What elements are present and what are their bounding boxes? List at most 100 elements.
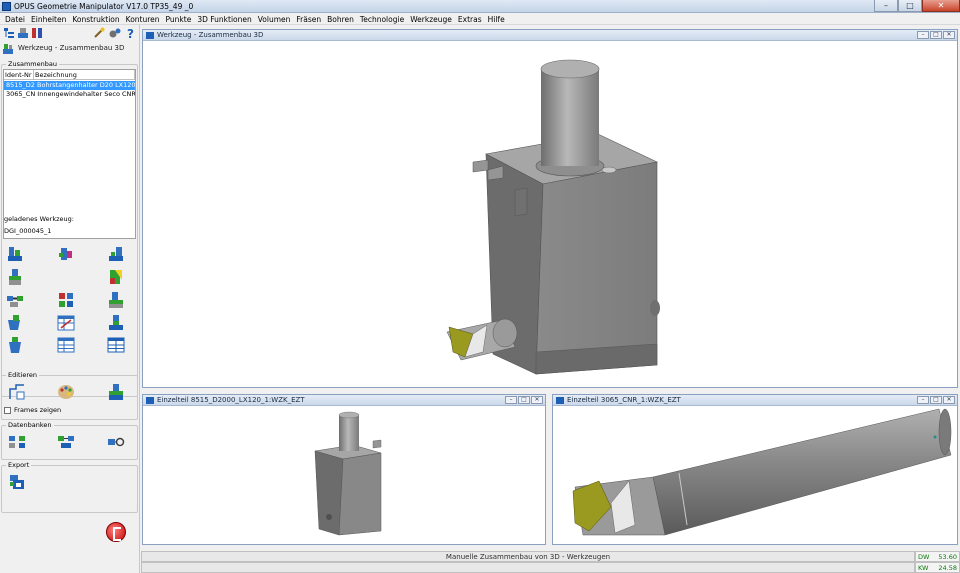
viewport-maximize-button[interactable]: □ bbox=[930, 31, 942, 39]
list-row[interactable]: 8515_D2 Bohrstangenhalter D20 LX120 Ld bbox=[4, 81, 135, 90]
dw-readout: DW 53.60 bbox=[915, 551, 960, 562]
group-editieren-title: Editieren bbox=[6, 371, 40, 379]
grid-table-icon[interactable] bbox=[107, 336, 125, 354]
main-viewport-title: Werkzeug - Zusammenbau 3D bbox=[157, 31, 264, 39]
table-icon[interactable] bbox=[57, 336, 75, 354]
menu-extras[interactable]: Extras bbox=[455, 13, 485, 24]
close-button[interactable]: ✕ bbox=[922, 0, 960, 12]
menu-3d-funktionen[interactable]: 3D Funktionen bbox=[194, 13, 254, 24]
holder-part-model bbox=[314, 411, 382, 536]
edit-sketch-icon[interactable] bbox=[8, 383, 26, 401]
loaded-tool-value: DGI_000045_1 bbox=[4, 227, 52, 235]
wand-icon[interactable] bbox=[93, 27, 105, 39]
viewport-icon bbox=[146, 32, 154, 39]
part2-viewport-title: Einzelteil 3065_CNR_1:WZK_EZT bbox=[567, 396, 681, 404]
viewport-close-button[interactable]: ✕ bbox=[531, 396, 543, 404]
cup-part-icon[interactable] bbox=[6, 314, 24, 332]
minimize-button[interactable]: – bbox=[874, 0, 898, 12]
stack-parts-icon[interactable] bbox=[6, 268, 24, 286]
assembly-title: Werkzeug - Zusammenbau 3D bbox=[18, 44, 125, 52]
menu-konstruktion[interactable]: Konstruktion bbox=[69, 13, 122, 24]
column-bezeichnung[interactable]: Bezeichnung bbox=[34, 70, 135, 79]
maximize-button[interactable]: □ bbox=[898, 0, 922, 12]
connect-parts-icon[interactable] bbox=[6, 291, 24, 309]
group-zusammenbau-title: Zusammenbau bbox=[6, 60, 59, 68]
menu-technologie[interactable]: Technologie bbox=[357, 13, 407, 24]
threading-bar-model bbox=[572, 408, 952, 536]
bin-part-icon[interactable] bbox=[6, 336, 24, 354]
frames-checkbox-row: Frames zeigen bbox=[4, 406, 61, 414]
group-datenbanken-title: Datenbanken bbox=[6, 421, 54, 429]
menu-datei[interactable]: Datei bbox=[2, 13, 28, 24]
svg-text:?: ? bbox=[127, 27, 134, 39]
menu-werkzeuge[interactable]: Werkzeuge bbox=[407, 13, 455, 24]
menu-konturen[interactable]: Konturen bbox=[123, 13, 163, 24]
viewport-close-button[interactable]: ✕ bbox=[943, 396, 955, 404]
assembly-stack-icon[interactable] bbox=[107, 314, 125, 332]
menu-einheiten[interactable]: Einheiten bbox=[28, 13, 69, 24]
part2-viewport[interactable]: Einzelteil 3065_CNR_1:WZK_EZT – □ ✕ bbox=[552, 394, 958, 545]
database-search-icon[interactable] bbox=[107, 433, 125, 451]
part1-viewport-title: Einzelteil 8515_D2000_LX120_1:WZK_EZT bbox=[157, 396, 305, 404]
add-part-icon[interactable] bbox=[6, 245, 24, 263]
exit-icon[interactable] bbox=[106, 522, 126, 542]
gears-icon[interactable] bbox=[109, 27, 121, 39]
viewport-icon bbox=[556, 397, 564, 404]
frames-checkbox[interactable] bbox=[4, 406, 11, 414]
app-icon bbox=[2, 2, 11, 11]
viewport-minimize-button[interactable]: – bbox=[917, 396, 929, 404]
list-header: Ident-Nr Bezeichnung bbox=[4, 70, 135, 80]
attach-part-icon[interactable] bbox=[107, 245, 125, 263]
assembly-list[interactable]: Ident-Nr Bezeichnung 8515_D2 Bohrstangen… bbox=[3, 69, 136, 239]
main-3d-canvas[interactable] bbox=[143, 42, 957, 387]
part2-viewport-titlebar: Einzelteil 3065_CNR_1:WZK_EZT – □ ✕ bbox=[553, 395, 957, 406]
part1-3d-canvas[interactable] bbox=[143, 407, 545, 544]
viewport-maximize-button[interactable]: □ bbox=[518, 396, 530, 404]
part2-3d-canvas[interactable] bbox=[553, 407, 957, 544]
export-icon[interactable] bbox=[8, 473, 26, 491]
database-parts-icon[interactable] bbox=[57, 433, 75, 451]
menu-hilfe[interactable]: Hilfe bbox=[485, 13, 508, 24]
edit-assembly-icon[interactable] bbox=[107, 383, 125, 401]
insert-part-icon[interactable] bbox=[57, 245, 75, 263]
palette-parts-icon[interactable] bbox=[57, 291, 75, 309]
part1-viewport[interactable]: Einzelteil 8515_D2000_LX120_1:WZK_EZT – … bbox=[142, 394, 546, 545]
viewport-minimize-button[interactable]: – bbox=[505, 396, 517, 404]
table-edit-icon[interactable] bbox=[57, 314, 75, 332]
kw-label: KW bbox=[918, 564, 929, 572]
loaded-tool-label: geladenes Werkzeug: bbox=[4, 215, 74, 223]
palette-icon[interactable] bbox=[57, 383, 75, 401]
viewport-maximize-button[interactable]: □ bbox=[930, 396, 942, 404]
menu-bar: Datei Einheiten Konstruktion Konturen Pu… bbox=[0, 13, 960, 25]
status-bar-secondary bbox=[141, 562, 915, 573]
color-part-icon[interactable] bbox=[107, 268, 125, 286]
window-title: OPUS Geometrie Manipulator V17.0 TP35_49… bbox=[14, 2, 194, 11]
menu-bohren[interactable]: Bohren bbox=[324, 13, 357, 24]
column-ident-nr[interactable]: Ident-Nr bbox=[4, 70, 34, 79]
left-panel: ? Werkzeug - Zusammenbau 3D Zusammenbau … bbox=[0, 25, 140, 573]
assembly-icon bbox=[3, 44, 13, 54]
dw-label: DW bbox=[918, 553, 930, 561]
tool-assembly-icon[interactable] bbox=[17, 27, 29, 39]
main-viewport[interactable]: Werkzeug - Zusammenbau 3D – □ ✕ bbox=[142, 29, 958, 388]
viewport-close-button[interactable]: ✕ bbox=[943, 31, 955, 39]
database-tools-icon[interactable] bbox=[8, 433, 26, 451]
frames-label: Frames zeigen bbox=[14, 406, 62, 414]
help-icon[interactable]: ? bbox=[125, 27, 137, 39]
assembly-title-row: Werkzeug - Zusammenbau 3D bbox=[2, 43, 138, 55]
viewport-icon bbox=[146, 397, 154, 404]
menu-punkte[interactable]: Punkte bbox=[163, 13, 195, 24]
group-export-title: Export bbox=[6, 461, 32, 469]
tool-assembly-model bbox=[446, 59, 660, 375]
status-message: Manuelle Zusammenbau von 3D - Werkzeugen bbox=[141, 551, 915, 562]
left-toolbar: ? bbox=[0, 25, 140, 41]
menu-volumen[interactable]: Volumen bbox=[255, 13, 294, 24]
viewport-minimize-button[interactable]: – bbox=[917, 31, 929, 39]
parts-icon[interactable] bbox=[31, 27, 43, 39]
tree-icon[interactable] bbox=[3, 27, 15, 39]
menu-fraesen[interactable]: Fräsen bbox=[293, 13, 324, 24]
title-bar: OPUS Geometrie Manipulator V17.0 TP35_49… bbox=[0, 0, 960, 13]
move-part-icon[interactable] bbox=[107, 291, 125, 309]
kw-readout: KW 24.58 bbox=[915, 562, 960, 573]
list-row[interactable]: 3065_CN Innengewindehalter Seco CNR.00 bbox=[4, 90, 135, 99]
